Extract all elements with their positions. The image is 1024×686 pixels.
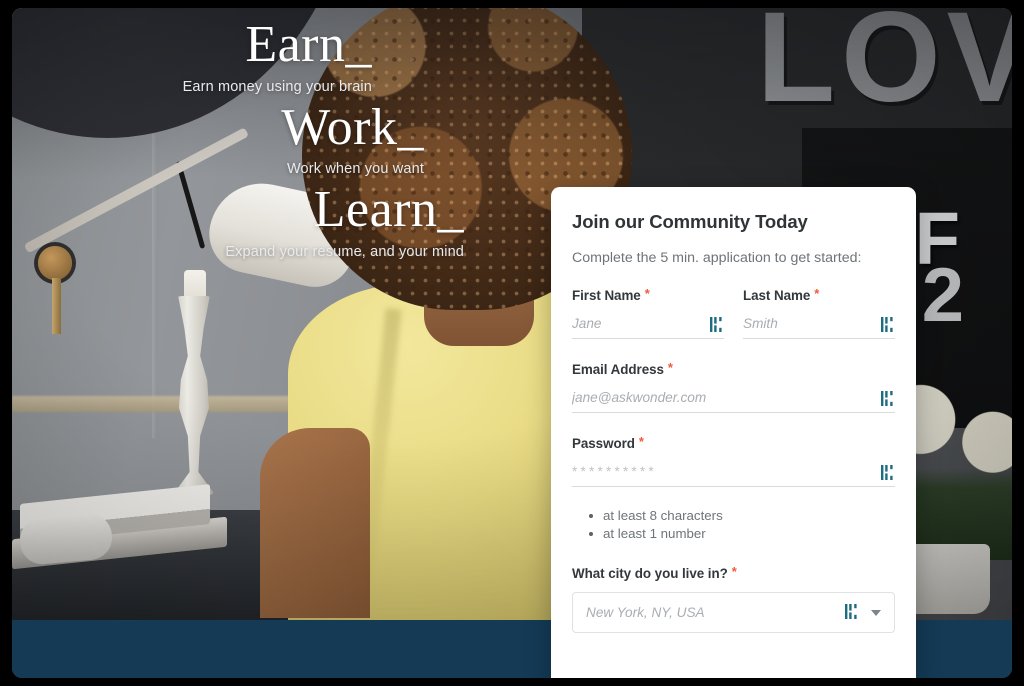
first-name-input[interactable]: [572, 316, 724, 338]
hero-subtitle-learn: Expand your resume, and your mind: [225, 243, 464, 260]
hero-title-earn: Earn_: [245, 16, 372, 73]
required-asterisk: *: [667, 360, 673, 375]
board-letter-3: 2: [921, 253, 964, 338]
password-field: Password *: [572, 434, 895, 487]
chevron-down-icon[interactable]: [871, 609, 881, 616]
hero-subtitle-work: Work when you want: [286, 161, 424, 178]
password-manager-icon[interactable]: [710, 317, 723, 332]
email-input-wrap[interactable]: [572, 390, 895, 413]
password-rule: at least 1 number: [589, 525, 895, 543]
hero-line-earn: Earn_ Earn money using your brain: [12, 16, 572, 95]
left-arm: [260, 428, 370, 618]
password-rule: at least 8 characters: [589, 507, 895, 525]
first-name-label: First Name *: [572, 286, 724, 303]
page-viewport: LOV F F 2: [12, 8, 1012, 678]
first-name-field: First Name *: [572, 286, 724, 339]
screenshot-frame: LOV F F 2: [0, 0, 1024, 686]
last-name-field: Last Name *: [743, 286, 895, 339]
last-name-label: Last Name *: [743, 286, 895, 303]
city-label: What city do you live in? *: [572, 564, 895, 582]
password-manager-icon[interactable]: [881, 465, 894, 480]
required-asterisk: *: [814, 286, 820, 301]
hero-line-learn: Learn_ Expand your resume, and your mind: [12, 183, 572, 260]
email-field: Email Address *: [572, 360, 895, 413]
email-input[interactable]: [572, 390, 895, 412]
hero-title-work: Work_: [281, 98, 424, 156]
password-manager-icon[interactable]: [881, 317, 894, 332]
hero-line-work: Work_ Work when you want: [12, 98, 572, 178]
last-name-input-wrap[interactable]: [743, 316, 895, 339]
lamp-stem: [52, 278, 61, 334]
first-name-label-text: First Name: [572, 288, 641, 303]
hero-title-learn: Learn_: [313, 181, 464, 239]
required-asterisk: *: [731, 564, 737, 580]
password-input-wrap[interactable]: [572, 464, 895, 487]
name-field-row: First Name * Jane Last Name * Smith: [572, 286, 895, 339]
last-name-label-text: Last Name: [743, 288, 811, 303]
first-name-input-wrap[interactable]: [572, 316, 724, 339]
password-input[interactable]: [572, 464, 895, 486]
last-name-input[interactable]: [743, 316, 895, 338]
email-label: Email Address *: [572, 360, 895, 377]
hero-copy: Earn_ Earn money using your brain Work_ …: [12, 8, 572, 260]
required-asterisk: *: [644, 286, 650, 301]
password-manager-icon[interactable]: [845, 604, 858, 620]
city-field: What city do you live in? *: [572, 564, 895, 634]
required-asterisk: *: [638, 434, 644, 449]
password-rules-list: at least 8 characters at least 1 number: [589, 507, 895, 542]
signup-title: Join our Community Today: [572, 211, 808, 232]
city-label-text: What city do you live in?: [572, 566, 728, 582]
hero-subtitle-earn: Earn money using your brain: [182, 78, 372, 95]
love-sign-text: LOV: [756, 8, 1012, 129]
password-manager-icon[interactable]: [881, 391, 894, 406]
signup-subtitle: Complete the 5 min. application to get s…: [572, 250, 862, 266]
signup-card: Join our Community Today Complete the 5 …: [551, 187, 916, 678]
city-select-wrap[interactable]: [572, 592, 895, 634]
email-label-text: Email Address: [572, 362, 664, 377]
password-label-text: Password: [572, 436, 635, 451]
password-label: Password *: [572, 434, 895, 451]
city-input[interactable]: [586, 605, 842, 621]
